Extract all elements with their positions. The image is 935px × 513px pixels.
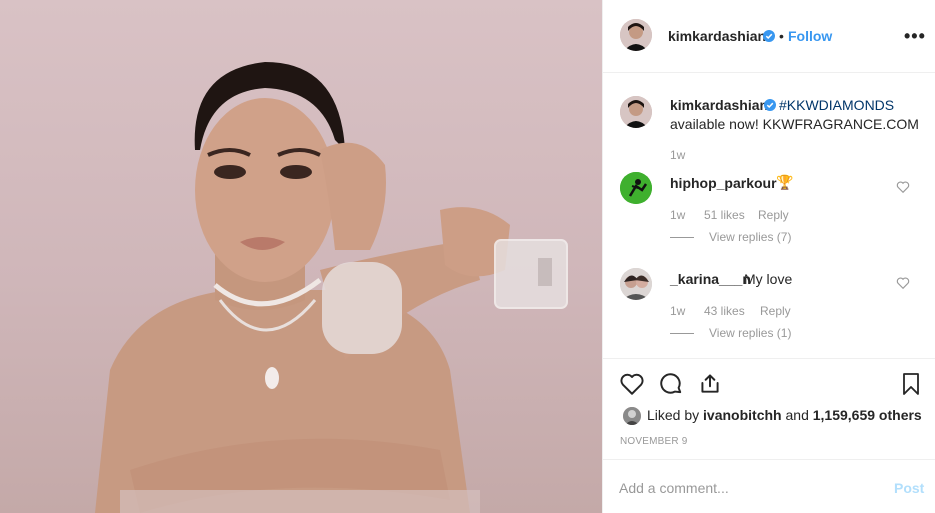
heart-icon[interactable]: [619, 371, 645, 397]
comment-text: My love: [744, 271, 793, 287]
post-header: kimkardashian • Follow •••: [603, 0, 935, 73]
post-side-panel: kimkardashian • Follow ••• kimkardashian…: [602, 0, 935, 513]
view-replies-button[interactable]: View replies (7): [709, 230, 791, 244]
caption-timestamp[interactable]: 1w: [670, 148, 685, 162]
share-icon[interactable]: [697, 370, 723, 396]
comment-like-heart-icon[interactable]: [896, 180, 910, 194]
likes-prefix: Liked by: [647, 407, 700, 423]
more-options-icon[interactable]: •••: [904, 26, 926, 47]
likes-summary: Liked by ivanobitchh and 1,159,659 other…: [647, 407, 922, 423]
comment-avatar-image: [620, 268, 652, 300]
view-replies-line: [670, 333, 694, 334]
caption-username[interactable]: kimkardashian: [670, 97, 768, 113]
comment-reply-button[interactable]: Reply: [760, 304, 791, 318]
post-photo-illustration: [95, 62, 568, 513]
author-avatar[interactable]: [620, 19, 652, 51]
comment-icon[interactable]: [658, 371, 684, 397]
add-comment-bar: Post: [603, 459, 935, 513]
bookmark-icon[interactable]: [899, 371, 923, 397]
view-replies-button[interactable]: View replies (1): [709, 326, 791, 340]
caption-text: available now! KKWFRAGRANCE.COM: [670, 116, 919, 132]
avatar-image: [620, 19, 652, 51]
comment-avatar[interactable]: [620, 172, 652, 204]
caption-verified-badge-icon: [764, 99, 776, 111]
comment-timestamp[interactable]: 1w: [670, 208, 685, 222]
comment-likes-count[interactable]: 43 likes: [704, 304, 745, 318]
author-username[interactable]: kimkardashian: [668, 28, 766, 44]
add-comment-input[interactable]: [619, 480, 869, 496]
comment-avatar[interactable]: [620, 268, 652, 300]
post-photo[interactable]: [0, 0, 602, 513]
comment-username[interactable]: hiphop_parkour: [670, 175, 777, 191]
comment-reply-button[interactable]: Reply: [758, 208, 789, 222]
caption-avatar[interactable]: [620, 96, 652, 128]
comment-like-heart-icon[interactable]: [896, 276, 910, 290]
verified-badge-icon: [763, 30, 775, 42]
post-date[interactable]: NOVEMBER 9: [620, 436, 688, 447]
header-separator: •: [779, 28, 784, 44]
liker-avatar-image: [623, 407, 641, 425]
liker-avatar[interactable]: [623, 407, 641, 425]
comment-avatar-image: [620, 172, 652, 204]
liker-username[interactable]: ivanobitchh: [703, 407, 782, 423]
likes-count[interactable]: 1,159,659 others: [813, 407, 922, 423]
caption-avatar-image: [620, 96, 652, 128]
comment-likes-count[interactable]: 51 likes: [704, 208, 745, 222]
follow-button[interactable]: Follow: [788, 28, 832, 44]
comment-text: 🏆: [776, 174, 794, 190]
post-comment-button[interactable]: Post: [894, 480, 924, 496]
view-replies-line: [670, 237, 694, 238]
comment-timestamp[interactable]: 1w: [670, 304, 685, 318]
comment-username[interactable]: _karina___n: [670, 271, 751, 287]
likes-and: and: [785, 407, 809, 423]
instagram-post: kimkardashian • Follow ••• kimkardashian…: [0, 0, 935, 513]
caption-hashtag[interactable]: #KKWDIAMONDS: [779, 97, 894, 113]
